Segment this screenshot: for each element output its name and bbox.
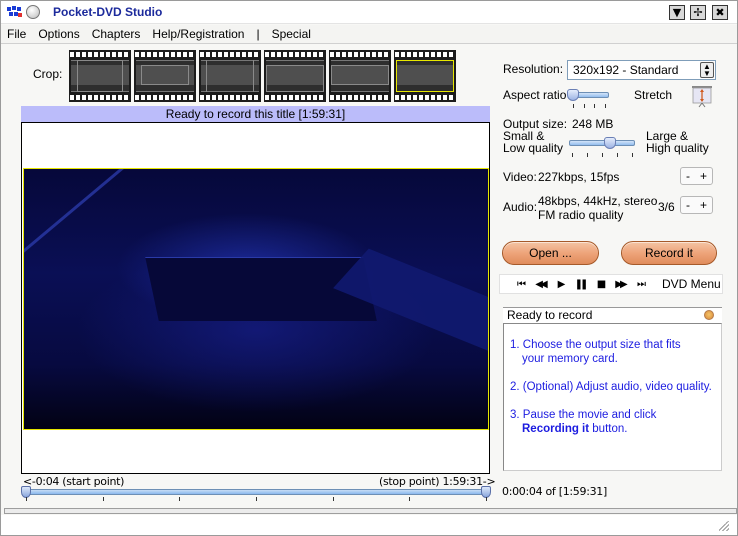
menu-bar: File Options Chapters Help/Registration …	[1, 25, 737, 44]
output-size-thumb[interactable]	[604, 137, 616, 149]
title-bar: Pocket-DVD Studio ▼ ✢ ✖	[1, 1, 737, 24]
resolution-label: Resolution:	[503, 62, 564, 76]
size-tick	[602, 153, 603, 157]
audio-label: Audio:	[503, 200, 538, 214]
video-quality-stepper[interactable]: - +	[680, 167, 713, 185]
size-min-label-2: Low quality	[503, 141, 564, 155]
menu-separator: |	[256, 27, 260, 41]
range-tick	[256, 497, 257, 501]
skip-forward-button[interactable]: ⏭	[630, 279, 650, 290]
aspect-tick	[605, 104, 606, 108]
crop-preset-1[interactable]	[69, 50, 131, 102]
aspect-tick	[583, 104, 585, 108]
size-tick	[617, 153, 618, 157]
info-header: Ready to record	[503, 307, 722, 323]
fast-forward-button[interactable]: ▶▶	[610, 279, 630, 290]
resolution-value: 320x192 - Standard	[573, 63, 679, 77]
menu-help-registration[interactable]: Help/Registration	[152, 27, 244, 41]
restore-button[interactable]: ✢	[690, 5, 706, 20]
size-tick	[587, 153, 588, 157]
crop-preset-5[interactable]	[329, 50, 391, 102]
transport-controls: ⏮ ◀◀ ▶ ❚❚ ■ ▶▶ ⏭ DVD Menu	[499, 274, 723, 294]
playback-time: 0:00:04 of [1:59:31]	[502, 485, 607, 498]
record-button[interactable]: Record it	[621, 241, 717, 265]
aspect-tick	[594, 104, 596, 108]
instruction-step-2: 2. (Optional) Adjust audio, video qualit…	[510, 381, 712, 393]
video-quality-value: 227kbps, 15fps	[538, 170, 620, 184]
audio-quality-description: FM radio quality	[538, 208, 624, 222]
size-tick	[632, 153, 633, 157]
instruction-step-3: 3. Pause the movie and click Recording i…	[510, 409, 657, 435]
stretch-screen-icon[interactable]	[690, 84, 714, 108]
menu-chapters[interactable]: Chapters	[92, 27, 141, 41]
aspect-ratio-thumb[interactable]	[567, 89, 579, 101]
range-slider-track[interactable]	[24, 489, 489, 495]
app-logo-icon	[7, 6, 22, 18]
audio-quality-stepper[interactable]: - +	[680, 196, 713, 214]
minimize-button[interactable]: ▼	[669, 5, 685, 20]
app-window: Pocket-DVD Studio ▼ ✢ ✖ File Options Cha…	[0, 0, 738, 536]
range-tick	[102, 497, 104, 501]
video-increase-button[interactable]: +	[700, 169, 707, 183]
recording-it-emphasis: Recording it	[522, 423, 590, 435]
range-tick	[179, 497, 181, 501]
video-preview[interactable]	[21, 122, 490, 474]
audio-level: 3/6	[658, 200, 675, 214]
audio-quality-value: 48kbps, 44kHz, stereo	[538, 194, 658, 208]
aspect-tick	[573, 104, 574, 108]
crop-label: Crop:	[33, 67, 63, 81]
info-header-text: Ready to record	[507, 308, 593, 322]
resolution-select[interactable]: 320x192 - Standard ▲ ▼	[567, 60, 716, 80]
close-button[interactable]: ✖	[712, 5, 728, 20]
rewind-button[interactable]: ◀◀	[530, 279, 550, 290]
resize-grip-icon[interactable]	[719, 521, 729, 531]
menu-special[interactable]: Special	[272, 27, 311, 41]
range-tick	[26, 497, 27, 501]
menu-options[interactable]: Options	[38, 27, 79, 41]
system-menu-icon[interactable]	[26, 5, 40, 19]
stretch-label: Stretch	[634, 88, 673, 102]
start-point-label: <-0:04 (start point)	[23, 475, 125, 488]
instruction-step-1: 1. Choose the output size that fits your…	[510, 339, 681, 365]
crop-preset-2[interactable]	[134, 50, 196, 102]
output-size-slider[interactable]	[569, 140, 635, 146]
play-button[interactable]: ▶	[550, 279, 570, 290]
window-title: Pocket-DVD Studio	[53, 5, 163, 19]
video-label: Video:	[503, 170, 537, 184]
range-tick	[486, 497, 487, 501]
horizontal-scrollbar[interactable]	[4, 508, 737, 514]
audio-increase-button[interactable]: +	[700, 198, 707, 212]
instructions-box: 1. Choose the output size that fits your…	[503, 323, 722, 471]
crop-preset-3[interactable]	[199, 50, 261, 102]
range-tick	[409, 497, 411, 501]
preview-status: Ready to record this title [1:59:31]	[21, 106, 490, 122]
crop-preset-6[interactable]	[394, 50, 456, 102]
size-max-label-2: High quality	[646, 141, 709, 155]
stop-point-label: (stop point) 1:59:31->	[379, 475, 496, 488]
status-bar	[1, 515, 737, 535]
size-tick	[572, 153, 573, 157]
dvd-menu-button[interactable]: DVD Menu	[662, 277, 721, 291]
pause-button[interactable]: ❚❚	[570, 279, 590, 290]
open-button[interactable]: Open ...	[502, 241, 599, 265]
menu-file[interactable]: File	[7, 27, 26, 41]
video-frame	[23, 168, 489, 430]
status-indicator-icon	[704, 310, 714, 320]
crop-preset-4[interactable]	[264, 50, 326, 102]
video-decrease-button[interactable]: -	[686, 169, 690, 183]
audio-decrease-button[interactable]: -	[686, 198, 690, 212]
spin-updown-icon[interactable]: ▲ ▼	[700, 62, 714, 78]
output-size-value: 248 MB	[572, 117, 614, 131]
aspect-ratio-label: Aspect ratio	[503, 88, 567, 102]
range-tick	[332, 497, 334, 501]
stop-button[interactable]: ■	[590, 279, 610, 290]
skip-back-button[interactable]: ⏮	[510, 279, 530, 290]
